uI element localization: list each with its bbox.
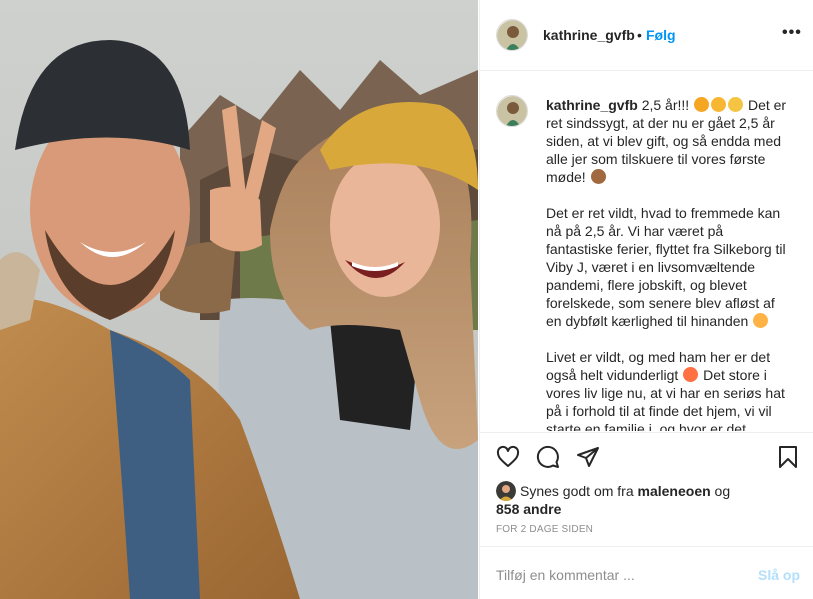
fire-emoji-icon [683,367,699,382]
caption-text-2: Det er ret vildt, hvad to fremmede kan n… [546,205,786,329]
bookmark-icon[interactable] [776,445,800,469]
star-struck-emoji-icon [694,97,710,112]
post-header: kathrine_gvfb • Følg ••• [480,0,813,71]
partying-emoji-icon [728,97,744,112]
likes-prefix: Synes godt om fra [520,483,638,499]
comment-bar: Tilføj en kommentar ... Slå op [480,546,813,599]
likes-summary: Synes godt om fra maleneoen og 858 andre [496,481,796,518]
smiling-hearts-emoji-icon [753,313,769,328]
post-caption: kathrine_gvfb 2,5 år!!! Det er ret sinds… [546,96,788,431]
caption-username[interactable]: kathrine_gvfb [546,97,638,113]
liker-username[interactable]: maleneoen [638,483,711,499]
caption-area: kathrine_gvfb 2,5 år!!! Det er ret sinds… [480,72,813,431]
comment-input[interactable]: Tilføj en kommentar ... [496,567,635,583]
post-comment-button[interactable]: Slå op [758,567,800,583]
avatar[interactable] [496,19,528,51]
post-sidebar: kathrine_gvfb • Følg ••• kathrine_gvfb 2… [479,0,813,599]
likes-middle: og [710,483,731,499]
caption-avatar[interactable] [496,95,528,127]
comment-icon[interactable] [536,445,560,469]
action-section: Synes godt om fra maleneoen og 858 andre… [480,432,813,599]
heart-icon[interactable] [496,445,520,469]
caption-text-1: 2,5 år!!! [637,97,694,113]
paper-plane-icon[interactable] [576,445,600,469]
liker-avatar[interactable] [496,481,516,501]
others-count-link[interactable]: 858 andre [496,501,561,517]
wink-emoji-icon [711,97,727,112]
separator-dot: • [637,27,642,43]
more-options-icon[interactable]: ••• [782,24,802,42]
post-timestamp[interactable]: For 2 dage siden [496,524,593,535]
username-link[interactable]: kathrine_gvfb [543,27,635,43]
couple-selfie-image [0,0,478,599]
monkey-emoji-icon [590,169,606,184]
follow-button[interactable]: Følg [646,27,676,43]
post-photo[interactable] [0,0,478,599]
